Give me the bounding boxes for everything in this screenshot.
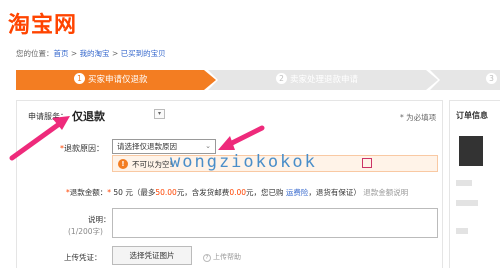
watermark-logo-icon xyxy=(362,158,372,168)
upload-label: 上传凭证： xyxy=(64,253,102,262)
amount-max-pre: （最多 xyxy=(132,188,156,197)
breadcrumb: 您的位置：首页 > 我的淘宝 > 已买到的宝贝 xyxy=(16,48,166,59)
amount-mid: 元，含发货邮费 xyxy=(176,188,230,197)
service-dropdown-icon[interactable]: ▾ xyxy=(154,109,165,119)
upload-help-text: 上传帮助 xyxy=(213,253,241,261)
warning-icon: ! xyxy=(118,159,128,169)
service-label: 申请服务： xyxy=(28,112,68,121)
breadcrumb-purchased-link[interactable]: 已买到的宝贝 xyxy=(121,49,166,58)
amount-value[interactable]: 50 xyxy=(113,188,123,197)
order-info-line xyxy=(456,200,478,206)
reason-label-text: 退款原因： xyxy=(64,144,104,153)
shipping-insurance-link[interactable]: 运费险 xyxy=(286,188,309,197)
refund-form-panel xyxy=(16,100,443,268)
help-icon: ? xyxy=(203,254,211,262)
amount-postage: 0.00 xyxy=(229,188,247,197)
progress-steps: 1 买家申请仅退款 2 卖家处理退款申请 3 xyxy=(16,70,500,90)
amount-tail: ，退货有保证） xyxy=(308,188,361,197)
breadcrumb-separator: > xyxy=(109,49,121,58)
required-note: * 为必填项 xyxy=(400,113,437,122)
breadcrumb-separator: > xyxy=(68,49,80,58)
description-textarea[interactable] xyxy=(112,208,438,238)
description-label: 说明： xyxy=(88,215,111,224)
amount-post: 元，您已购 xyxy=(246,188,284,197)
step-number: 2 xyxy=(276,73,287,84)
step-label: 买家申请仅退款 xyxy=(88,75,148,85)
watermark: wongziokokok xyxy=(170,152,317,172)
order-info-title: 订单信息 xyxy=(456,111,488,120)
upload-help-link[interactable]: ? 上传帮助 xyxy=(203,252,241,262)
service-value: 仅退款 xyxy=(72,110,105,123)
step-number: 1 xyxy=(74,73,85,84)
taobao-logo[interactable]: 淘宝网 xyxy=(8,7,77,39)
order-info-line xyxy=(456,180,472,186)
step-number: 3 xyxy=(486,73,497,84)
step-seller-process: 2 卖家处理退款申请 xyxy=(208,70,438,90)
amount-max: 50.00 xyxy=(155,188,177,197)
amount-unit: 元 xyxy=(125,188,133,197)
amount-label: 退款金额： xyxy=(69,188,108,197)
product-thumbnail[interactable] xyxy=(459,136,483,166)
refund-amount-row: *退款金额：* 50 元（最多50.00元，含发货邮费0.00元，您已购 运费险… xyxy=(66,187,408,198)
step-three: 3 xyxy=(430,70,500,90)
breadcrumb-my-taobao-link[interactable]: 我的淘宝 xyxy=(80,49,110,58)
order-info-line xyxy=(456,228,468,234)
step-apply-refund: 1 买家申请仅退款 xyxy=(16,70,216,90)
amount-help-link[interactable]: 退款金额说明 xyxy=(363,188,408,197)
step-label: 卖家处理退款申请 xyxy=(290,75,359,85)
error-alert-text: 不可以为空! xyxy=(132,160,173,169)
choose-image-button[interactable]: 选择凭证图片 xyxy=(112,246,192,265)
required-star: * xyxy=(107,188,111,197)
breadcrumb-prefix: 您的位置： xyxy=(16,49,54,58)
reason-select-value: 请选择仅退款原因 xyxy=(117,142,177,151)
breadcrumb-home-link[interactable]: 首页 xyxy=(54,49,69,58)
description-counter: (1/200字) xyxy=(68,227,103,236)
reason-label: *退款原因： xyxy=(60,143,104,154)
